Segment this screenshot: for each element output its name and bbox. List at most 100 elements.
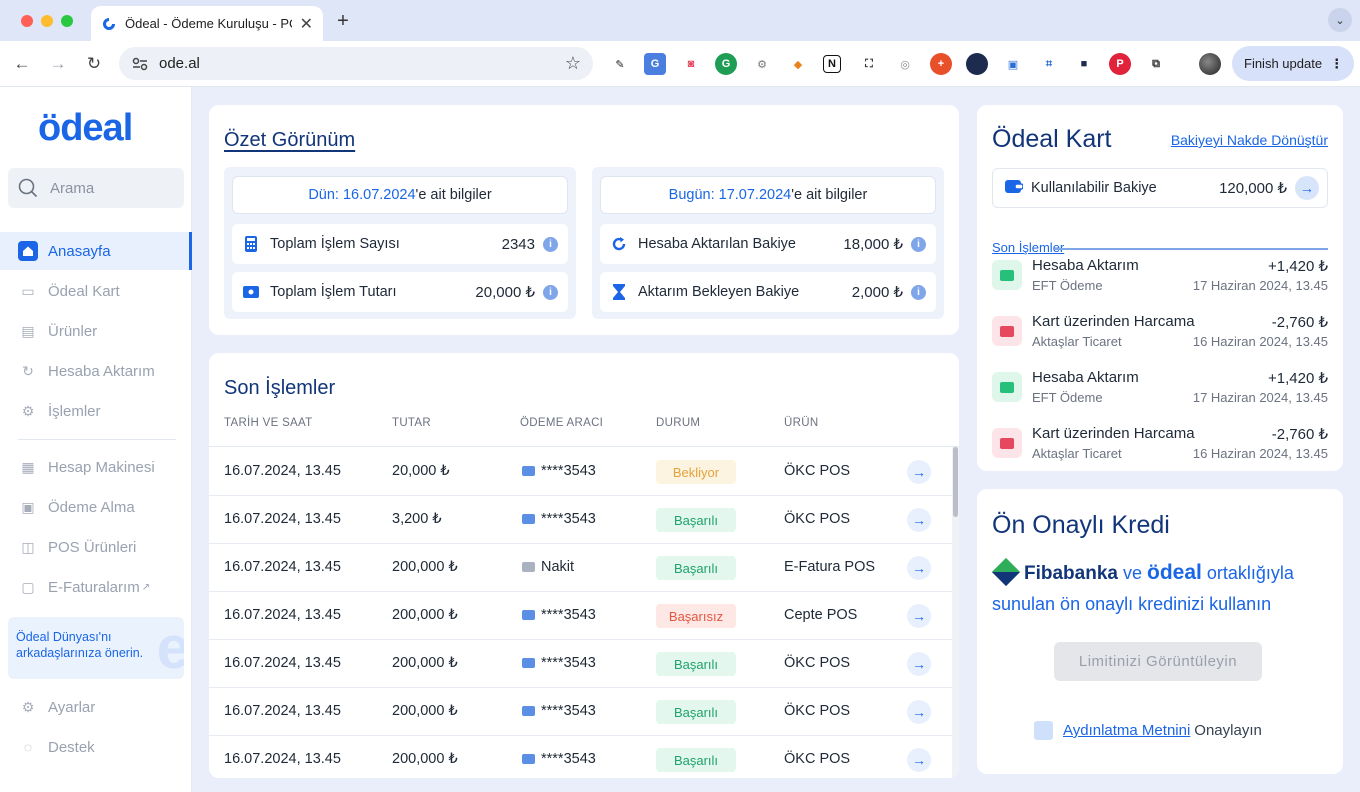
referral-promo[interactable]: e Ödeal Dünyası'nı arkadaşlarınıza öneri… — [8, 617, 184, 679]
site-settings-icon[interactable] — [131, 55, 149, 73]
sidebar-item-odeme-alma[interactable]: ▣ Ödeme Alma — [0, 488, 192, 526]
recent-transaction-item[interactable]: Hesaba Aktarım EFT Ödeme +1,420 ₺ 17 Haz… — [992, 251, 1328, 299]
rtx-title: Kart üzerinden Harcama — [1032, 313, 1195, 330]
column-header[interactable]: DURUM — [656, 417, 700, 429]
row-label: Hesaba Aktarılan Bakiye — [638, 236, 796, 252]
metamask-extension-icon[interactable]: ◆ — [787, 53, 809, 75]
camera-extension-icon[interactable]: ◎ — [894, 53, 916, 75]
video-extension-icon[interactable]: ■ — [1073, 53, 1095, 75]
row-method-text: ****3543 — [541, 511, 596, 527]
row-detail-arrow-icon[interactable]: → — [907, 652, 931, 676]
promo-text: Ödeal Dünyası'nı arkadaşlarınıza önerin. — [16, 630, 144, 660]
info-icon[interactable]: i — [911, 236, 926, 252]
back-button[interactable]: ← — [10, 52, 34, 76]
close-window-button[interactable] — [21, 15, 33, 27]
balance-arrow-icon[interactable]: → — [1295, 176, 1319, 200]
screenshot-extension-icon[interactable]: ⛶ — [858, 53, 880, 75]
table-row[interactable]: 16.07.2024, 13.45 200,000 ₺ ****3543 Baş… — [209, 640, 952, 688]
puzzle-extensions-icon[interactable]: ⧉ — [1145, 53, 1167, 75]
balance-value: 120,000 ₺ — [1219, 180, 1287, 197]
row-detail-arrow-icon[interactable]: → — [907, 604, 931, 628]
minimize-window-button[interactable] — [41, 15, 53, 27]
sidebar-item-anasayfa[interactable]: Anasayfa — [0, 232, 192, 270]
plus-extension-icon[interactable]: + — [930, 53, 952, 75]
row-detail-arrow-icon[interactable]: → — [907, 748, 931, 772]
recent-transaction-item[interactable]: Hesaba Aktarım EFT Ödeme +1,420 ₺ 17 Haz… — [992, 363, 1328, 411]
row-detail-arrow-icon[interactable]: → — [907, 700, 931, 724]
rtx-amount: +1,420 ₺ — [1267, 370, 1328, 387]
search-input[interactable]: Arama — [8, 168, 184, 208]
summary-title[interactable]: Özet Görünüm — [224, 129, 355, 152]
eyedropper-extension-icon[interactable]: ✎ — [609, 53, 631, 75]
new-tab-button[interactable]: + — [333, 10, 353, 33]
pocket-extension-icon[interactable]: ◙ — [680, 53, 702, 75]
hourglass-icon — [610, 283, 628, 301]
sidebar-item-odeal-kart[interactable]: ▭ Ödeal Kart — [0, 272, 192, 310]
more-menu-icon[interactable]: ⋮ — [1330, 56, 1343, 72]
grammarly-extension-icon[interactable]: G — [715, 53, 737, 75]
column-header[interactable]: ÜRÜN — [784, 417, 818, 429]
sidebar-item-hesaba-aktarim[interactable]: ↻ Hesaba Aktarım — [0, 352, 192, 390]
globe-extension-icon[interactable] — [966, 53, 988, 75]
sidebar-item-pos-urunleri[interactable]: ◫ POS Ürünleri — [0, 528, 192, 566]
convert-balance-link[interactable]: Bakiyeyi Nakde Dönüştür — [1171, 132, 1328, 148]
fibabanka-logo-icon — [991, 557, 1021, 587]
row-detail-arrow-icon[interactable]: → — [907, 508, 931, 532]
browser-tab[interactable]: Ödeal - Ödeme Kuruluşu - PC ✕ — [91, 6, 323, 41]
pinterest-extension-icon[interactable]: P — [1109, 53, 1131, 75]
table-row[interactable]: 16.07.2024, 13.45 200,000 ₺ ****3543 Baş… — [209, 592, 952, 640]
settings-extension-icon[interactable]: ⚙ — [751, 53, 773, 75]
table-scrollbar[interactable] — [952, 447, 959, 778]
column-header[interactable]: TARİH VE SAAT — [224, 417, 312, 429]
sidebar-item-destek[interactable]: ◌ Destek — [0, 728, 192, 766]
consent-checkbox[interactable] — [1034, 721, 1053, 740]
view-limit-button[interactable]: Limitinizi Görüntüleyin — [1054, 642, 1262, 681]
translate-extension-icon[interactable]: G — [644, 53, 666, 75]
table-row[interactable]: 16.07.2024, 13.45 200,000 ₺ ****3543 Baş… — [209, 688, 952, 736]
sidebar-item-urunler[interactable]: ▤ Ürünler — [0, 312, 192, 350]
odeal-logo[interactable]: ödeal — [38, 107, 133, 150]
status-badge: Bekliyor — [656, 460, 736, 484]
forward-button[interactable]: → — [46, 52, 70, 76]
sidebar-item-islemler[interactable]: ⚙ İşlemler — [0, 392, 192, 430]
close-tab-icon[interactable]: ✕ — [300, 14, 313, 34]
sidebar-item-hesap-makinesi[interactable]: ▦ Hesap Makinesi — [0, 448, 192, 486]
address-bar[interactable]: ode.al ☆ — [119, 47, 593, 80]
recent-transaction-item[interactable]: Kart üzerinden Harcama Aktaşlar Ticaret … — [992, 419, 1328, 467]
reload-button[interactable]: ↻ — [82, 52, 106, 76]
sidebar-item-ayarlar[interactable]: ⚙ Ayarlar — [0, 688, 192, 726]
column-header[interactable]: TUTAR — [392, 417, 431, 429]
maximize-window-button[interactable] — [61, 15, 73, 27]
table-row[interactable]: 16.07.2024, 13.45 20,000 ₺ ****3543 Bekl… — [209, 448, 952, 496]
profile-avatar[interactable] — [1199, 53, 1221, 75]
info-icon[interactable]: i — [543, 236, 558, 252]
scrollbar-thumb[interactable] — [953, 447, 958, 517]
disclosure-link[interactable]: Aydınlatma Metnini — [1063, 722, 1190, 739]
tab-search-button[interactable]: ⌄ — [1328, 8, 1352, 32]
row-amount: 3,200 ₺ — [392, 511, 442, 527]
info-icon[interactable]: i — [911, 284, 926, 300]
bank-name: Fibabanka — [1024, 563, 1118, 584]
sidebar-item-label: Hesaba Aktarım — [48, 362, 155, 380]
column-header[interactable]: ÖDEME ARACI — [520, 417, 603, 429]
row-amount: 200,000 ₺ — [392, 655, 458, 671]
table-row[interactable]: 16.07.2024, 13.45 3,200 ₺ ****3543 Başar… — [209, 496, 952, 544]
info-icon[interactable]: i — [543, 284, 558, 300]
credit-description: Fibabanka ve ödeal ortaklığıyla sunulan … — [991, 557, 1337, 620]
row-value: 2,000 ₺ — [851, 284, 903, 301]
table-row[interactable]: 16.07.2024, 13.45 200,000 ₺ ****3543 Baş… — [209, 736, 952, 778]
bookmark-star-icon[interactable]: ☆ — [565, 53, 581, 74]
row-detail-arrow-icon[interactable]: → — [907, 556, 931, 580]
rtx-amount: -2,760 ₺ — [1271, 314, 1328, 331]
finish-update-label: Finish update — [1244, 56, 1323, 71]
finish-update-button[interactable]: Finish update ⋮ — [1232, 46, 1354, 81]
notion-extension-icon[interactable]: N — [823, 55, 841, 73]
row-detail-arrow-icon[interactable]: → — [907, 460, 931, 484]
table-row[interactable]: 16.07.2024, 13.45 200,000 ₺ Nakit Başarı… — [209, 544, 952, 592]
sidebar-item-e-faturalarim[interactable]: ▢ E-Faturalarım ↗ — [0, 568, 192, 606]
row-value: 2343 — [501, 235, 535, 253]
window-extension-icon[interactable]: ▣ — [1002, 53, 1024, 75]
recent-transaction-item[interactable]: Kart üzerinden Harcama Aktaşlar Ticaret … — [992, 307, 1328, 355]
tab-title: Ödeal - Ödeme Kuruluşu - PC — [125, 16, 292, 31]
crop-extension-icon[interactable]: ⌗ — [1038, 53, 1060, 75]
